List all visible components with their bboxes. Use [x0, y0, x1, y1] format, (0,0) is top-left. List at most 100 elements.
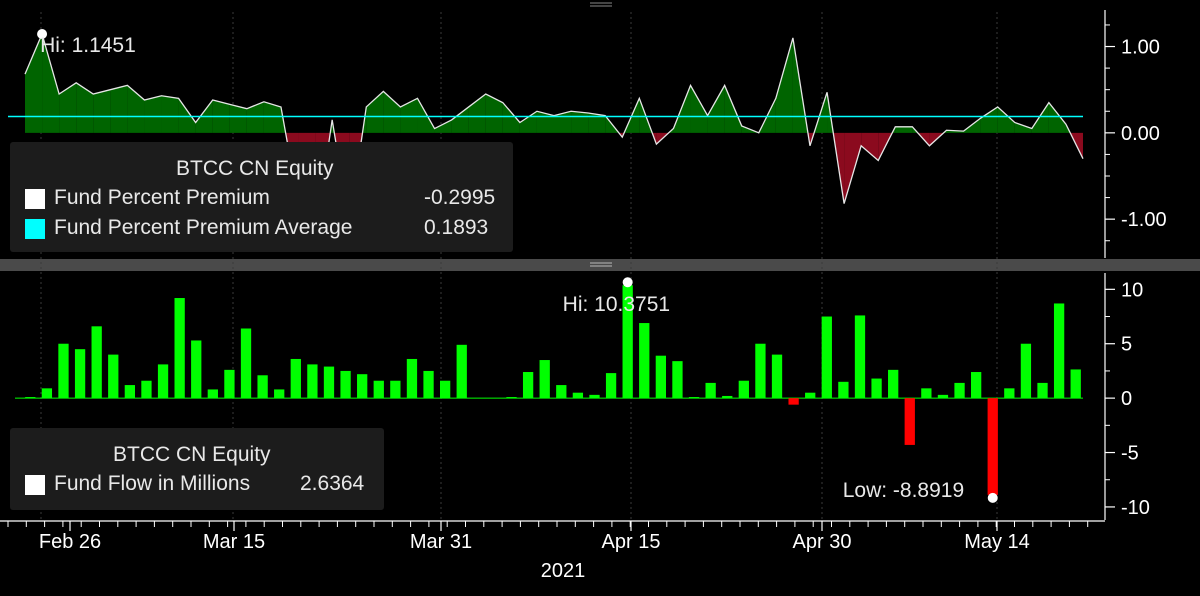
fund-flow-bar [224, 369, 235, 399]
fund-flow-bar [340, 370, 351, 399]
fund-flow-bar [987, 398, 998, 495]
fund-flow-bar [406, 358, 418, 399]
top-panel-handle[interactable] [0, 0, 1200, 10]
fund-flow-bar [589, 394, 600, 399]
premium-swatch [25, 189, 45, 209]
fund-flow-low-label: Low: -8.8919 [843, 479, 964, 502]
fund-flow-bar [921, 388, 932, 399]
premium-positive-fill [366, 91, 384, 133]
fund-flow-bar [755, 343, 766, 399]
premium-legend-label: Fund Percent Premium [54, 186, 270, 209]
year-label: 2021 [541, 560, 586, 582]
premium-y-tick-label: 1.00 [1121, 37, 1160, 59]
fund-flow-bar [390, 380, 401, 399]
date-axis: Feb 26 Mar 15 Mar 31 Apr 15 Apr 30 May 14 2021 [0, 520, 1105, 582]
date-axis-tick-label: May 14 [964, 531, 1030, 553]
fund-flow-bar [738, 380, 749, 399]
premium-positive-fill [980, 106, 998, 133]
premium-positive-fill [400, 98, 418, 133]
premium-positive-fill [485, 94, 503, 133]
fund-flow-bar [141, 380, 152, 399]
fund-flow-bar [556, 385, 567, 399]
fund-flow-bar [439, 380, 451, 399]
fund-flow-bar [257, 375, 268, 399]
fund-flow-bar [572, 392, 584, 399]
premium-y-axis: 1.00 0.00 -1.00 [1104, 10, 1167, 258]
fund-flow-y-tick-label: -10 [1121, 497, 1150, 519]
fund-flow-bar [58, 343, 69, 399]
premium-positive-fill [383, 91, 401, 133]
fund-flow-bar [821, 316, 832, 399]
fund-flow-bar [124, 385, 136, 399]
fund-flow-bar [722, 395, 733, 399]
premium-positive-fill [161, 95, 179, 133]
fund-flow-bar [788, 398, 799, 405]
premium-positive-fill [76, 82, 94, 133]
fund-flow-bar [805, 392, 816, 399]
premium-positive-fill [502, 102, 520, 133]
fund-flow-bar [456, 344, 467, 399]
fund-flow-bar [954, 382, 965, 399]
fund-flow-y-tick-label: 5 [1121, 334, 1132, 356]
panel-divider-handle[interactable] [0, 259, 1200, 271]
premium-positive-fill [571, 111, 589, 133]
fund-flow-legend-value: 2.6364 [300, 472, 365, 495]
premium-legend: BTCC CN Equity Fund Percent Premium -0.2… [10, 142, 513, 252]
fund-flow-low-marker [987, 492, 998, 503]
fund-flow-bar [1070, 369, 1081, 399]
fund-flow-legend-title: BTCC CN Equity [113, 443, 271, 466]
fund-flow-bar [1053, 303, 1065, 399]
fund-flow-bar [41, 388, 53, 399]
premium-average-legend-value: 0.1893 [424, 216, 489, 239]
date-axis-tick-label: Apr 15 [602, 531, 661, 553]
fund-flow-legend: BTCC CN Equity Fund Flow in Millions 2.6… [10, 428, 384, 510]
fund-flow-bar [290, 358, 301, 399]
premium-positive-fill [246, 101, 264, 133]
fund-flow-y-axis: 10 5 0 -5 -10 [1104, 273, 1150, 520]
fund-flow-hi-label: Hi: 10.3751 [563, 293, 670, 316]
date-axis-tick-label: Apr 30 [793, 531, 852, 553]
fund-flow-legend-label: Fund Flow in Millions [54, 472, 251, 495]
fund-flow-bar [639, 323, 650, 399]
fund-flow-bar [207, 389, 218, 399]
premium-hi-label: Hi: 1.1451 [40, 34, 136, 57]
premium-positive-fill [178, 98, 196, 133]
date-axis-tick-label: Mar 31 [410, 531, 472, 553]
fund-flow-bar [838, 381, 849, 399]
premium-positive-fill [110, 85, 128, 133]
fund-flow-y-tick-label: 10 [1121, 279, 1143, 301]
premium-positive-fill [93, 89, 111, 133]
premium-legend-value: -0.2995 [424, 186, 496, 209]
premium-positive-fill [144, 95, 162, 133]
fund-flow-bar [655, 355, 667, 399]
date-axis-tick-label: Mar 15 [203, 531, 265, 553]
fund-flow-bar [522, 372, 534, 399]
premium-negative-fill [861, 132, 879, 161]
fund-flow-bar [307, 364, 318, 399]
premium-positive-fill [775, 37, 793, 133]
fund-flow-y-tick-label: 0 [1121, 388, 1132, 410]
fund-flow-bar [191, 340, 202, 399]
fund-flow-bar [373, 380, 384, 399]
fund-flow-bar [108, 354, 119, 399]
fund-flow-bar [854, 315, 866, 399]
premium-y-tick-label: -1.00 [1121, 209, 1167, 231]
premium-average-swatch [25, 219, 45, 239]
fund-flow-bar [904, 398, 915, 445]
fund-flow-bar [174, 298, 185, 399]
premium-positive-fill [1048, 102, 1066, 133]
premium-legend-title: BTCC CN Equity [176, 157, 334, 180]
fund-flow-bar [1037, 382, 1048, 399]
fund-flow-bar [357, 374, 368, 399]
fund-flow-bar [937, 394, 949, 399]
fund-flow-bar [74, 349, 86, 399]
fund-flow-bar [240, 328, 252, 399]
fund-flow-bar [539, 360, 550, 399]
premium-y-tick-label: 0.00 [1121, 123, 1160, 145]
date-axis-tick-label: Feb 26 [39, 531, 101, 553]
fund-flow-bar [970, 372, 982, 399]
fund-flow-bar [688, 397, 700, 399]
fund-flow-bar [888, 369, 899, 399]
fund-flow-hi-marker [622, 277, 633, 288]
fund-flow-bar [771, 354, 783, 399]
